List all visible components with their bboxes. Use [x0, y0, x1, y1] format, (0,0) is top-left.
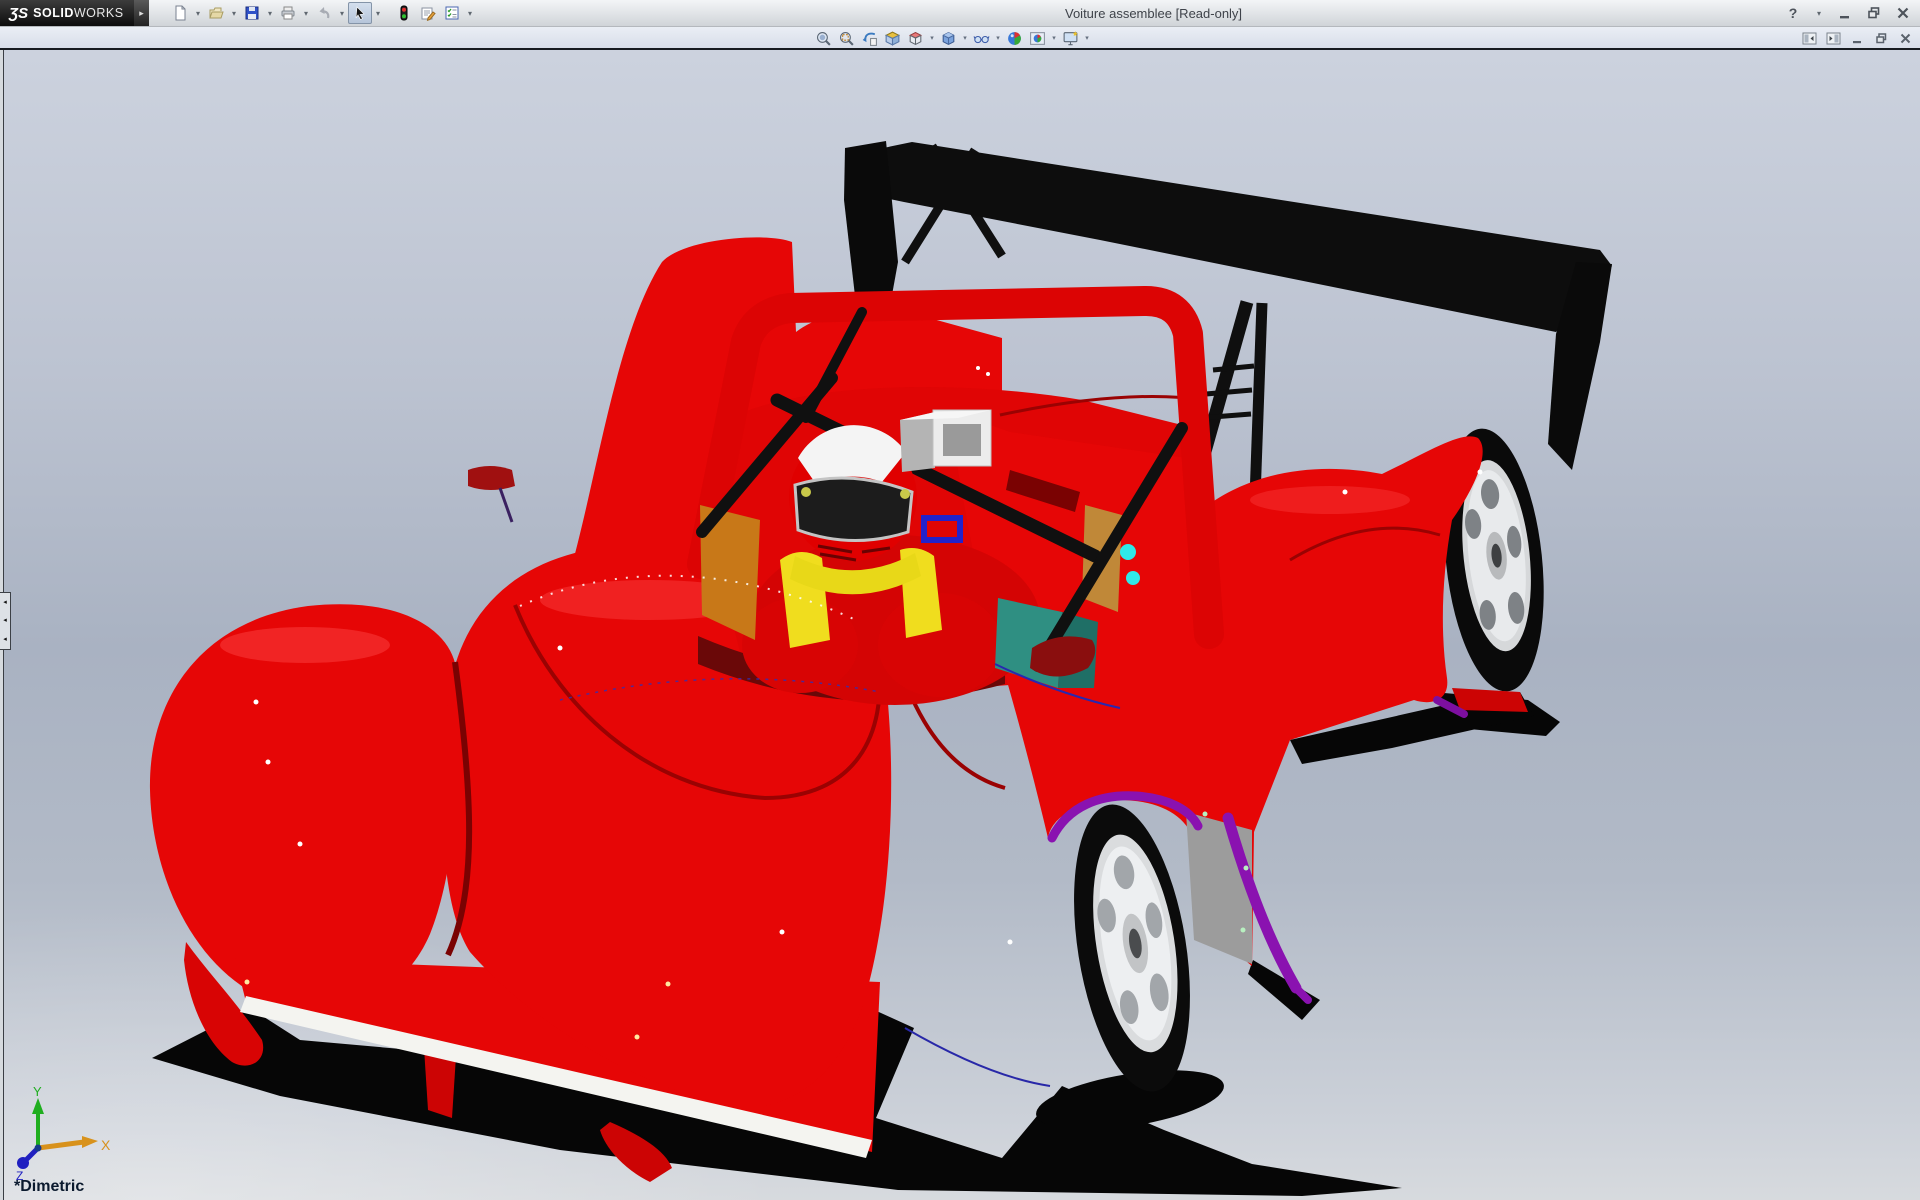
previous-view-icon: [861, 30, 878, 47]
section-view-icon: [884, 30, 901, 47]
print-icon: [280, 5, 296, 21]
help-dropdown-caret[interactable]: ▾: [1813, 2, 1825, 24]
close-button[interactable]: [1894, 4, 1912, 22]
solidworks-logo-mark: ƷS: [9, 5, 28, 22]
previous-view-button[interactable]: [858, 28, 881, 48]
view-settings-icon: [1062, 30, 1079, 47]
document-minimize-icon: [1851, 32, 1864, 45]
collapse-arrow-icon: ◂: [3, 636, 7, 643]
new-document-button[interactable]: [168, 2, 192, 24]
options-dropdown-caret[interactable]: ▾: [464, 2, 476, 24]
document-minimize-button[interactable]: [1849, 30, 1866, 46]
apply-scene-icon: [1029, 30, 1046, 47]
hide-show-items-caret[interactable]: ▾: [993, 28, 1003, 48]
model-render[interactable]: X Y Z: [0, 50, 1920, 1200]
toggle-left-pane-icon: [1802, 32, 1817, 45]
properties-button[interactable]: [416, 2, 440, 24]
view-orientation-label: *Dimetric: [14, 1178, 84, 1196]
undo-dropdown-caret[interactable]: ▾: [336, 2, 348, 24]
document-close-button[interactable]: [1897, 30, 1914, 46]
car-body: [150, 237, 1528, 1182]
select-cursor-icon: [352, 5, 368, 21]
zoom-to-area-icon: [838, 30, 855, 47]
zoom-to-fit-button[interactable]: [812, 28, 835, 48]
document-restore-button[interactable]: [1873, 30, 1890, 46]
hide-show-items-button[interactable]: [970, 28, 993, 48]
view-settings-caret[interactable]: ▾: [1082, 28, 1092, 48]
document-window-controls: [1801, 29, 1914, 47]
print-button[interactable]: [276, 2, 300, 24]
view-orientation-caret[interactable]: ▾: [927, 28, 937, 48]
selection-filter-icon: [396, 5, 412, 21]
rear-view-mirror-box: [900, 410, 991, 472]
zoom-to-fit-icon: [815, 30, 832, 47]
triad-y-label: Y: [33, 1084, 42, 1099]
driver-helmet: [789, 425, 917, 561]
graphics-viewport[interactable]: X Y Z ◂ ◂ ◂ *Dimetric: [0, 50, 1920, 1200]
collapse-arrow-icon: ◂: [3, 617, 7, 624]
new-dropdown-caret[interactable]: ▾: [192, 2, 204, 24]
hide-show-glasses-icon: [973, 30, 990, 47]
triad-x-label: X: [101, 1137, 111, 1153]
heads-up-view-toolbar: ▾ ▾ ▾ ▾ ▾: [812, 28, 1092, 48]
save-button[interactable]: [240, 2, 264, 24]
select-dropdown-caret[interactable]: ▾: [372, 2, 384, 24]
solidworks-logo-text-bold: SOLID: [33, 6, 74, 20]
toggle-left-pane-button[interactable]: [1801, 30, 1818, 46]
view-settings-button[interactable]: [1059, 28, 1082, 48]
apply-scene-caret[interactable]: ▾: [1049, 28, 1059, 48]
collapse-arrow-icon: ◂: [3, 599, 7, 606]
toggle-right-pane-icon: [1826, 32, 1841, 45]
main-toolbar: ▾ ▾ ▾ ▾ ▾ ▾ ▾: [168, 2, 476, 24]
window-controls: ? ▾: [1784, 2, 1912, 24]
save-floppy-icon: [244, 5, 260, 21]
document-close-icon: [1899, 32, 1912, 45]
restore-button[interactable]: [1865, 4, 1883, 22]
solidworks-logo: ƷS SOLIDWORKS: [0, 0, 134, 26]
display-style-button[interactable]: [937, 28, 960, 48]
restore-icon: [1867, 6, 1881, 20]
display-style-icon: [940, 30, 957, 47]
edit-appearance-button[interactable]: [1003, 28, 1026, 48]
minimize-icon: [1838, 6, 1852, 20]
save-dropdown-caret[interactable]: ▾: [264, 2, 276, 24]
zoom-to-area-button[interactable]: [835, 28, 858, 48]
view-orientation-icon: [907, 30, 924, 47]
options-button[interactable]: [440, 2, 464, 24]
properties-note-icon: [420, 5, 436, 21]
open-document-button[interactable]: [204, 2, 228, 24]
title-bar: ƷS SOLIDWORKS ▸ ▾ ▾ ▾ ▾ ▾ ▾ ▾: [0, 0, 1920, 27]
orientation-triad[interactable]: X Y Z: [16, 1084, 111, 1183]
select-tool-button[interactable]: [348, 2, 372, 24]
solidworks-logo-text-light: WORKS: [74, 6, 124, 20]
close-icon: [1896, 6, 1910, 20]
menu-expand-button[interactable]: ▸: [134, 0, 149, 26]
selection-filter-button[interactable]: [392, 2, 416, 24]
toggle-right-pane-button[interactable]: [1825, 30, 1842, 46]
document-restore-icon: [1875, 32, 1888, 45]
open-folder-icon: [208, 5, 224, 21]
side-panel-gray: [1186, 812, 1252, 964]
feature-manager-collapsed-tab[interactable]: ◂ ◂ ◂: [0, 592, 11, 650]
section-view-button[interactable]: [881, 28, 904, 48]
undo-icon: [316, 5, 332, 21]
front-wheel: [1056, 796, 1208, 1099]
apply-scene-button[interactable]: [1026, 28, 1049, 48]
print-dropdown-caret[interactable]: ▾: [300, 2, 312, 24]
edit-appearance-icon: [1006, 30, 1023, 47]
minimize-button[interactable]: [1836, 4, 1854, 22]
open-dropdown-caret[interactable]: ▾: [228, 2, 240, 24]
view-orientation-button[interactable]: [904, 28, 927, 48]
display-style-caret[interactable]: ▾: [960, 28, 970, 48]
help-button[interactable]: ?: [1784, 4, 1802, 22]
new-document-icon: [172, 5, 188, 21]
options-checklist-icon: [444, 5, 460, 21]
undo-button[interactable]: [312, 2, 336, 24]
document-title: Voiture assemblee [Read-only]: [1065, 6, 1242, 21]
